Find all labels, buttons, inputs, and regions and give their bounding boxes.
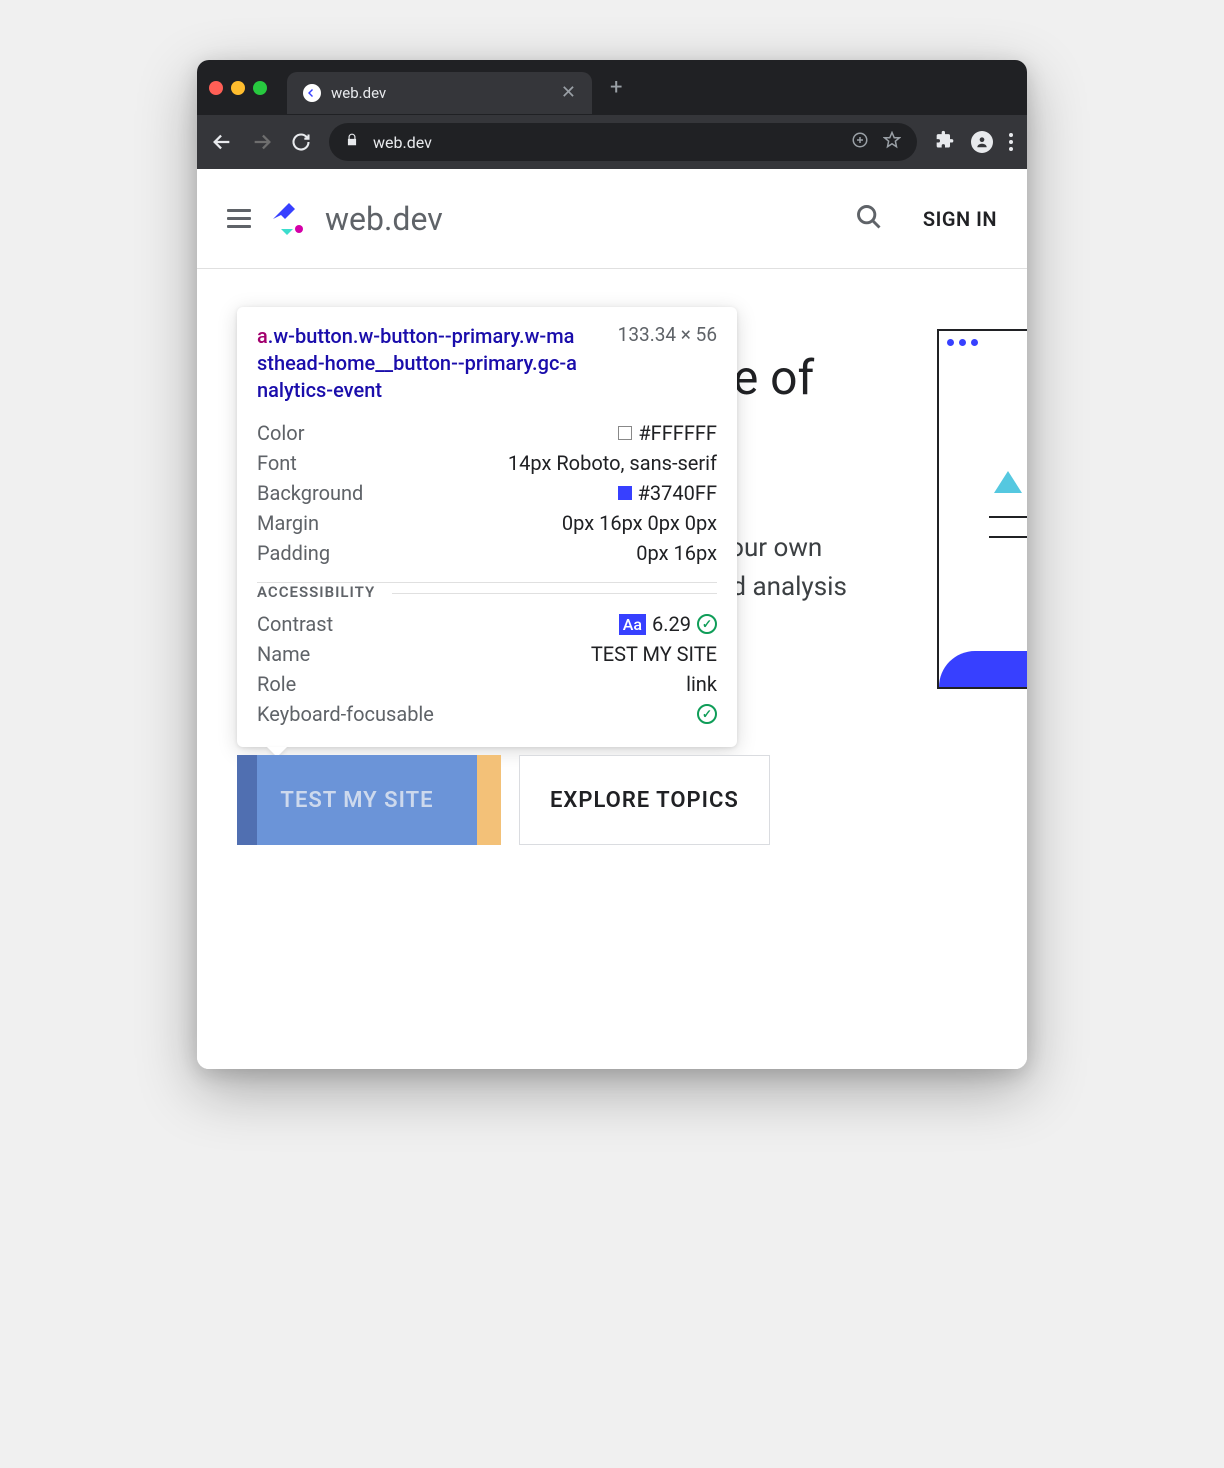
brand-text: web.dev [325, 200, 443, 238]
url-text: web.dev [373, 133, 837, 152]
tooltip-row-role: Role link [257, 669, 717, 699]
lock-icon [345, 133, 359, 151]
toolbar-right [935, 130, 1013, 154]
tooltip-row-margin: Margin 0px 16px 0px 0px [257, 508, 717, 538]
tooltip-dimensions: 133.34 × 56 [618, 323, 717, 404]
maximize-window-button[interactable] [253, 81, 267, 95]
hero-illustration [937, 329, 1027, 689]
site-header: web.dev SIGN IN [197, 169, 1027, 269]
tooltip-row-contrast: Contrast Aa 6.29 ✓ [257, 609, 717, 639]
install-icon[interactable] [851, 131, 869, 153]
hero-section: re of your own nd analysis a.w-button.w-… [197, 269, 1027, 969]
forward-button[interactable] [251, 131, 273, 153]
profile-icon[interactable] [971, 131, 993, 153]
window-controls [209, 81, 267, 95]
close-tab-button[interactable]: ✕ [561, 82, 576, 103]
address-bar[interactable]: web.dev [329, 123, 917, 161]
tooltip-row-keyboard: Keyboard-focusable ✓ [257, 699, 717, 729]
tooltip-a11y-section: ACCESSIBILITY [257, 582, 717, 601]
tooltip-selector: a.w-button.w-button--primary.w-masthead-… [257, 323, 577, 404]
bookmark-icon[interactable] [883, 131, 901, 153]
minimize-window-button[interactable] [231, 81, 245, 95]
browser-window: web.dev ✕ + web.dev [197, 60, 1027, 1069]
favicon-icon [303, 84, 321, 102]
tooltip-row-name: Name TEST MY SITE [257, 639, 717, 669]
tooltip-row-color: Color #FFFFFF [257, 418, 717, 448]
reload-button[interactable] [291, 132, 311, 152]
explore-topics-button[interactable]: EXPLORE TOPICS [519, 755, 770, 845]
new-tab-button[interactable]: + [610, 75, 622, 100]
hero-buttons: TEST MY SITE EXPLORE TOPICS [237, 755, 770, 845]
logo-icon [271, 199, 313, 239]
tooltip-row-font: Font 14px Roboto, sans-serif [257, 448, 717, 478]
inspector-tooltip: a.w-button.w-button--primary.w-masthead-… [237, 307, 737, 747]
close-window-button[interactable] [209, 81, 223, 95]
browser-tab[interactable]: web.dev ✕ [287, 72, 592, 114]
check-icon: ✓ [697, 704, 717, 724]
hamburger-menu-button[interactable] [227, 209, 251, 228]
extensions-icon[interactable] [935, 130, 955, 154]
contrast-badge: Aa [619, 614, 646, 635]
titlebar: web.dev ✕ + [197, 60, 1027, 115]
search-button[interactable] [855, 203, 883, 235]
back-button[interactable] [211, 131, 233, 153]
signin-link[interactable]: SIGN IN [923, 207, 997, 231]
tab-title: web.dev [331, 84, 551, 102]
menu-button[interactable] [1009, 133, 1013, 151]
test-my-site-button[interactable]: TEST MY SITE [237, 755, 477, 845]
page-content: web.dev SIGN IN re of your own nd analys… [197, 169, 1027, 1069]
browser-toolbar: web.dev [197, 115, 1027, 169]
logo[interactable]: web.dev [271, 199, 443, 239]
tooltip-row-padding: Padding 0px 16px [257, 538, 717, 568]
tooltip-row-background: Background #3740FF [257, 478, 717, 508]
check-icon: ✓ [697, 614, 717, 634]
